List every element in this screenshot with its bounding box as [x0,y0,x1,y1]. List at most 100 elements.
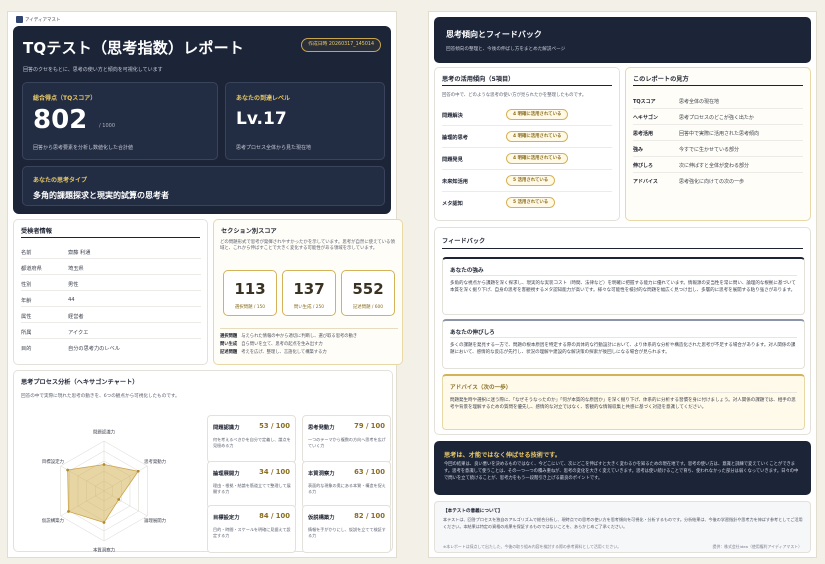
section-score-value: 137 [293,280,325,298]
guide-row: 思考活用 回答中で実際に活用された思考傾向 [633,126,803,141]
brand-logo-icon [16,16,23,23]
total-score-note: 回答から思考要素を分析し数値化した合計値 [33,145,134,151]
hexagon-desc: 回答の中で実際に現れた思考の動きを、6つの観点から可視化したものです。 [21,394,180,399]
hexagon-card-desc: 表面的な現象の奥にある本質・構造を捉える力 [308,483,386,494]
section-score-card: 552 記述問題 / 600 [341,270,395,316]
copyright: 提供：株式会社idea（使用権利アイディアマスト） [712,544,802,549]
hexagon-card-title: 論理展開力 [213,471,240,477]
profile-row: 性別 男性 [21,276,201,291]
closing-message: 思考は、才能ではなく伸ばせる技術です。 今回の結果は、良い悪いを決めるものではな… [434,441,811,495]
growth-box: あなたの伸びしろ 多くの課題を発見する一方で、問題の根本原因を特定する際の具体的… [442,319,805,369]
hexagon-card-title: 仮説構築力 [308,515,335,521]
divider [633,85,803,86]
profile-value: 44 [68,297,75,303]
trend-key: 論理的思考 [442,135,468,141]
profile-key: 都道府県 [21,266,42,272]
trend-title: 思考の活用傾向（5項目） [442,76,515,83]
level-note: 思考プロセス全体から見た現在地 [236,145,312,151]
level-label: あなたの到達レベル [236,95,291,102]
guide-value: 思考強化に向けての次の一歩 [679,179,745,185]
profile-key: 年齢 [21,298,32,304]
guide-value: 思考全体の現在地 [679,99,720,105]
section-note-key: 選択問題 [220,334,238,339]
radar-axis-label: 思考発動力 [144,458,166,465]
profile-row: 属性 経営者 [21,308,201,323]
trend-badge: 5 活用されている [506,197,556,208]
guide-row: アドバイス 思考強化に向けての次の一歩 [633,174,803,189]
profile-key: 目的 [21,346,32,352]
hexagon-radar-chart: 問題認識力思考発動力論理展開力本質洞察力 仮説構築力 目標設定力 [42,429,166,554]
radar-area [67,464,139,523]
test-note-footer: ※本レポートは採点して出たした、今後の取り組み内容を検討する際の参考資料として活… [443,544,622,549]
trend-badge: 5 活用されている [506,175,556,186]
trend-row: 問題発見 4 明確に活用されている [442,150,612,170]
trend-row: 問題解決 4 明確に活用されている [442,106,612,126]
hexagon-card-title: 問題認識力 [213,425,240,431]
profile-value: 自分の思考力のレベル [68,346,120,352]
hexagon-card-score: 82 / 100 [354,512,385,520]
section-score-card: 113 選択問題 / 150 [223,270,277,316]
guide-value: 思考プロセスのどこが強く出たか [679,115,754,121]
divider [21,237,200,238]
guide-key: アドバイス [633,179,658,185]
trend-row: メタ認知 5 活用されている [442,194,612,214]
trend-badge: 4 明確に活用されている [506,131,569,142]
radar-axis-label: 問題認識力 [93,429,115,436]
advice-text: 問題発生時や選択に迷う際に、「なぜそうなったのか」「何が本質的な原因か」を深く掘… [450,398,796,410]
feedback-page-subtitle: 回答傾向の整理と、今後の伸ばし方をまとめた解説ページ [446,47,566,52]
section-note-text: 自ら問いを立て、思考の起点を生み出す力 [241,342,323,347]
guide-row: 伸びしろ 次に伸ばすと全体が変わる部分 [633,158,803,173]
divider [450,392,797,393]
trend-key: 問題解決 [442,113,463,119]
radar-point [102,521,106,524]
radar-axis-label: 目標設定力 [42,458,64,465]
section-score-panel: セクション別スコア どの問題形式で思考が発揮されやすかったかを示しています。思考… [213,219,403,365]
hexagon-card-desc: 目的・時間・スケールを明確に見据えて設定する力 [213,527,291,538]
trend-row: 論理的思考 4 明確に活用されている [442,128,612,148]
hexagon-score-card: 本質洞察力 63 / 100 表面的な現象の奥にある本質・構造を捉える力 [302,461,391,509]
profile-value: アイクエ [68,330,89,336]
strength-heading: あなたの強み [450,268,484,274]
guide-row: TQスコア 思考全体の現在地 [633,94,803,109]
profile-row: 都道府県 埼玉県 [21,260,201,275]
trend-desc: 回答の中で、どのような思考の使い方が見られたかを整理したものです。 [442,93,587,98]
feedback-hero: 思考傾向とフィードバック 回答傾向の整理と、今後の伸ばし方をまとめた解説ページ [434,17,811,63]
guide-panel: このレポートの見方 TQスコア 思考全体の現在地 ヘキサゴン 思考プロセスのどこが強… [625,67,811,221]
section-score-label: 選択問題 / 150 [234,305,266,310]
divider [442,85,612,86]
guide-row: 強み 今すでに生かせている部分 [633,142,803,157]
profile-value: 埼玉県 [68,266,84,272]
hexagon-score-card: 仮説構築力 82 / 100 情報を手がかりにし、仮説を立てて検証する力 [302,505,391,553]
hexagon-card-score: 34 / 100 [259,468,290,476]
profile-row: 目的 自分の思考力のレベル [21,340,201,355]
closing-text: 今回の結果は、良い悪いを決めるものではなく、今どこにいて、次にどこを伸ばすと大き… [444,462,799,481]
created-date-badge: 作成日時 20260317_145014 [301,38,381,52]
section-score-label: 記述問題 / 600 [352,305,384,310]
trend-key: 問題発見 [442,157,463,163]
section-score-value: 552 [352,280,384,298]
feedback-page-title: 思考傾向とフィードバック [446,30,542,39]
guide-value: 今すでに生かせている部分 [679,147,740,153]
advice-heading: アドバイス（次の一歩） [450,385,512,391]
divider [442,248,803,249]
hexagon-card-title: 思考発動力 [308,425,335,431]
trend-key: メタ認知 [442,201,463,207]
trend-badge: 4 明確に活用されている [506,153,569,164]
guide-key: 強み [633,147,644,153]
section-score-title: セクション別スコア [221,228,277,235]
profile-panel: 受検者情報 名前 齋藤 利通 都道府県 埼玉県 性別 男性 年齢 44 属性 経営者 所属… [13,219,208,365]
total-score-max: / 1000 [99,123,115,129]
thinking-type-label: あなたの思考タイプ [33,177,88,184]
section-score-card: 137 問い生成 / 250 [282,270,336,316]
guide-title: このレポートの見方 [633,76,689,83]
hexagon-score-card: 問題認識力 53 / 100 何を考えるべきかを自分で定義し、論点を見極める力 [207,415,296,463]
section-note: 問い生成 自ら問いを立て、思考の起点を生み出す力 [220,341,398,349]
total-score-value: 802 [33,105,88,135]
hexagon-card-desc: 理由・根拠・結論を筋道立てて整理して展開する力 [213,483,291,494]
feedback-title: フィードバック [442,238,486,245]
profile-key: 所属 [21,330,32,336]
report-page-left: アイディアマスト TQテスト（思考指数）レポート 回答のクセをもとに、思考の使い… [8,12,403,557]
hexagon-score-card: 論理展開力 34 / 100 理由・根拠・結論を筋道立てて整理して展開する力 [207,461,296,509]
report-hero: TQテスト（思考指数）レポート 回答のクセをもとに、思考の使い方と傾向を可視化し… [13,26,391,214]
hexagon-card-score: 53 / 100 [259,422,290,430]
